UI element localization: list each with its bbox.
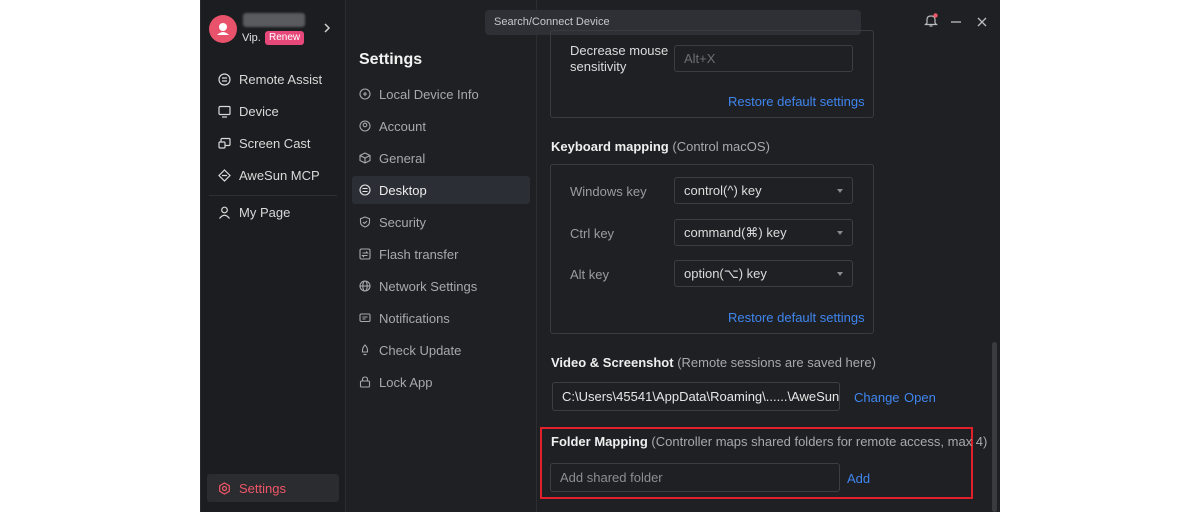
- desktop-icon: [358, 183, 372, 197]
- alt-key-select[interactable]: option(⌥) key: [674, 260, 853, 287]
- mcp-icon: [217, 168, 231, 182]
- settings-item-label: Account: [379, 118, 426, 134]
- video-screenshot-title-text: Video & Screenshot: [551, 355, 674, 370]
- content-scrollbar[interactable]: [992, 342, 997, 512]
- sidebar-item-remote-assist[interactable]: Remote Assist: [207, 65, 339, 93]
- settings-item-label: General: [379, 150, 426, 166]
- monitor-icon: [217, 104, 231, 118]
- ctrl-key-label: Ctrl key: [570, 226, 615, 241]
- sidebar-item-device[interactable]: Device: [207, 97, 339, 125]
- gear-icon: [217, 481, 231, 495]
- keyboard-mapping-note: (Control macOS): [672, 139, 770, 154]
- settings-item-label: Security: [379, 214, 426, 230]
- settings-item-check-update[interactable]: Check Update: [352, 336, 530, 364]
- sidebar-item-label: Settings: [239, 480, 286, 496]
- settings-item-notifications[interactable]: Notifications: [352, 304, 530, 332]
- decrease-mouse-sensitivity-label: Decrease mouse sensitivity: [570, 43, 669, 74]
- settings-item-general[interactable]: General: [352, 144, 530, 172]
- settings-menu: Settings Local Device Info Account Gener…: [347, 0, 537, 512]
- transfer-icon: [358, 247, 372, 261]
- sidebar-item-label: My Page: [239, 204, 291, 220]
- restore-default-mouse-link[interactable]: Restore default settings: [728, 94, 865, 109]
- remote-assist-icon: [217, 72, 231, 86]
- settings-item-label: Lock App: [379, 374, 433, 390]
- settings-item-flash-transfer[interactable]: Flash transfer: [352, 240, 530, 268]
- folder-mapping-note: (Controller maps shared folders for remo…: [651, 434, 988, 449]
- rocket-icon: [358, 343, 372, 357]
- windows-key-select[interactable]: control(^) key: [674, 177, 853, 204]
- user-icon: [217, 205, 231, 219]
- windows-key-label: Windows key: [570, 184, 647, 199]
- page-title: Settings: [359, 51, 423, 68]
- avatar[interactable]: [209, 15, 237, 43]
- close-icon[interactable]: [977, 17, 987, 27]
- change-path-link[interactable]: Change: [854, 390, 900, 405]
- settings-item-label: Notifications: [379, 310, 450, 326]
- sidebar-item-label: Device: [239, 103, 279, 119]
- video-screenshot-title: Video & Screenshot (Remote sessions are …: [551, 355, 876, 370]
- sidebar-divider: [209, 195, 337, 196]
- settings-item-label: Desktop: [379, 182, 427, 198]
- settings-item-lock-app[interactable]: Lock App: [352, 368, 530, 396]
- settings-item-security[interactable]: Security: [352, 208, 530, 236]
- main-sidebar: Vip. Renew Remote Assist Device Screen C…: [201, 0, 346, 512]
- desktop-settings-content: Decrease mouse sensitivity Alt+X Restore…: [538, 30, 994, 512]
- sidebar-item-my-page[interactable]: My Page: [207, 198, 339, 226]
- username-blurred: [243, 13, 305, 27]
- chevron-down-icon: [837, 189, 843, 193]
- mouse-sensitivity-shortcut-field: Alt+X: [674, 45, 853, 72]
- chevron-right-icon[interactable]: [323, 22, 331, 34]
- settings-item-local-device-info[interactable]: Local Device Info: [352, 80, 530, 108]
- alt-key-label: Alt key: [570, 267, 610, 282]
- sidebar-item-awesun-mcp[interactable]: AweSun MCP: [207, 161, 339, 189]
- settings-item-label: Flash transfer: [379, 246, 459, 262]
- shared-folder-input[interactable]: Add shared folder: [550, 463, 840, 492]
- shield-icon: [358, 215, 372, 229]
- ctrl-key-value: command(⌘) key: [684, 225, 787, 240]
- save-path-field[interactable]: C:\Users\45541\AppData\Roaming\......\Aw…: [552, 382, 840, 411]
- bell-icon[interactable]: [924, 13, 938, 28]
- cube-icon: [358, 151, 372, 165]
- vip-label: Vip.: [242, 32, 261, 44]
- folder-mapping-title: Folder Mapping (Controller maps shared f…: [551, 434, 987, 449]
- minimize-icon[interactable]: [951, 21, 961, 23]
- settings-item-desktop[interactable]: Desktop: [352, 176, 530, 204]
- screen-cast-icon: [217, 136, 231, 150]
- folder-mapping-title-text: Folder Mapping: [551, 434, 648, 449]
- sidebar-item-settings[interactable]: Settings: [207, 474, 339, 502]
- restore-default-keyboard-link[interactable]: Restore default settings: [728, 310, 865, 325]
- windows-key-value: control(^) key: [684, 183, 762, 198]
- lock-icon: [358, 375, 372, 389]
- sidebar-item-label: Remote Assist: [239, 71, 323, 87]
- message-icon: [358, 311, 372, 325]
- chevron-down-icon: [837, 272, 843, 276]
- device-info-icon: [358, 87, 372, 101]
- settings-item-label: Network Settings: [379, 278, 478, 294]
- ctrl-key-select[interactable]: command(⌘) key: [674, 219, 853, 246]
- settings-item-label: Local Device Info: [379, 86, 479, 102]
- alt-key-value: option(⌥) key: [684, 266, 767, 281]
- sidebar-item-label: AweSun MCP: [239, 167, 320, 183]
- video-screenshot-note: (Remote sessions are saved here): [677, 355, 876, 370]
- settings-item-account[interactable]: Account: [352, 112, 530, 140]
- settings-item-label: Check Update: [379, 342, 462, 358]
- keyboard-mapping-title-text: Keyboard mapping: [551, 139, 669, 154]
- awesun-logo-icon: [217, 23, 229, 35]
- globe-icon: [358, 279, 372, 293]
- account-icon: [358, 119, 372, 133]
- renew-badge[interactable]: Renew: [265, 31, 305, 45]
- keyboard-mapping-title: Keyboard mapping (Control macOS): [551, 139, 770, 154]
- add-folder-link[interactable]: Add: [847, 471, 870, 486]
- sidebar-item-screen-cast[interactable]: Screen Cast: [207, 129, 339, 157]
- settings-item-network-settings[interactable]: Network Settings: [352, 272, 530, 300]
- sidebar-item-label: Screen Cast: [239, 135, 311, 151]
- chevron-down-icon: [837, 231, 843, 235]
- app-window: Vip. Renew Remote Assist Device Screen C…: [200, 0, 1000, 512]
- open-path-link[interactable]: Open: [904, 390, 936, 405]
